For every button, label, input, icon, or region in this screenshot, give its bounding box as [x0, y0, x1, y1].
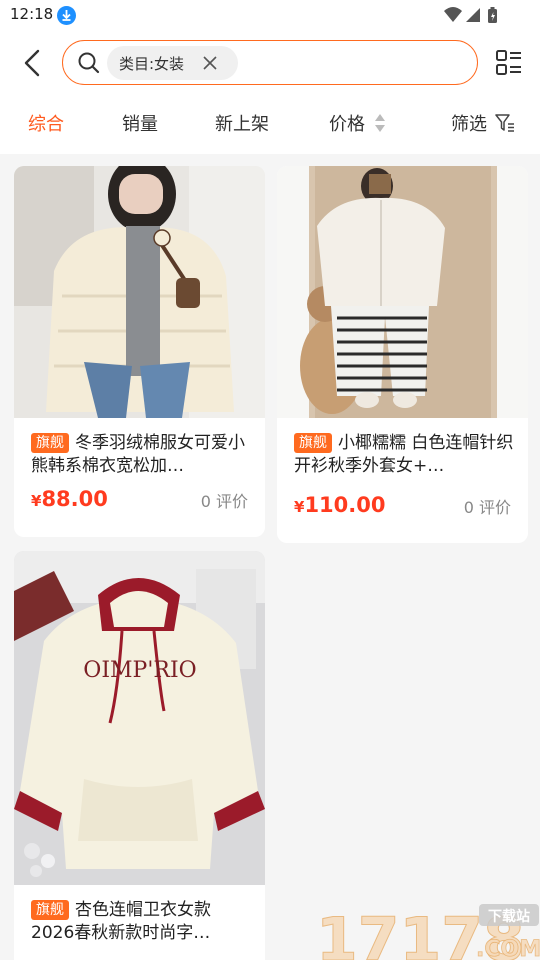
- review-count: 0 评价: [200, 492, 248, 511]
- flagship-badge: 旗舰: [294, 433, 332, 453]
- review-count: 0 评价: [463, 498, 511, 517]
- watermark-suffix: .COM: [476, 937, 540, 960]
- product-title: 旗舰 冬季羽绒棉服女可爱小熊韩系棉衣宽松加…: [31, 432, 251, 478]
- download-icon: [57, 6, 76, 25]
- filter-button[interactable]: 筛选: [451, 110, 487, 136]
- currency-symbol: ¥: [294, 498, 305, 516]
- search-tag-label: 类目:女装: [119, 55, 185, 73]
- search-icon: [78, 52, 100, 74]
- product-card[interactable]: OIMP'RIO 旗舰 杏色连帽卫衣女款2026春秋新款时尚字…: [14, 551, 265, 960]
- layout-toggle-icon: [496, 50, 521, 75]
- search-filter-tag[interactable]: 类目:女装: [107, 46, 238, 80]
- product-title: 旗舰 小椰糯糯 白色连帽针织开衫秋季外套女+…: [294, 432, 514, 478]
- battery-icon: [488, 7, 497, 23]
- product-title: 旗舰 杏色连帽卫衣女款2026春秋新款时尚字…: [31, 899, 251, 945]
- back-arrow-icon: [24, 49, 40, 77]
- price-value: 88.00: [41, 487, 108, 511]
- search-header: 类目:女装: [0, 30, 540, 96]
- filter-icon: [495, 114, 514, 132]
- flagship-badge: 旗舰: [31, 433, 69, 453]
- product-card[interactable]: 旗舰 冬季羽绒棉服女可爱小熊韩系棉衣宽松加… ¥88.00 0 评价: [14, 166, 265, 537]
- status-time: 12:18: [10, 5, 54, 23]
- product-image: [277, 166, 528, 418]
- flagship-badge: 旗舰: [31, 900, 69, 920]
- watermark-label: 下载站: [488, 908, 530, 925]
- currency-symbol: ¥: [31, 492, 42, 510]
- site-watermark: 17178 下载站 .COM: [316, 898, 540, 960]
- product-image: OIMP'RIO: [14, 551, 265, 885]
- back-button[interactable]: [18, 47, 46, 79]
- layout-toggle-button[interactable]: [494, 48, 524, 78]
- signal-icon: [466, 8, 480, 22]
- status-bar: 12:18: [0, 0, 540, 30]
- product-card[interactable]: 旗舰 小椰糯糯 白色连帽针织开衫秋季外套女+… ¥110.00 0 评价: [277, 166, 528, 543]
- sort-tab-new[interactable]: 新上架: [215, 110, 269, 136]
- svg-text:OIMP'RIO: OIMP'RIO: [83, 658, 196, 683]
- sort-tab-comprehensive[interactable]: 综合: [28, 110, 64, 136]
- sort-arrows-icon: [375, 114, 385, 132]
- close-icon[interactable]: [202, 55, 218, 71]
- search-input[interactable]: 类目:女装: [62, 40, 478, 85]
- price-value: 110.00: [304, 493, 386, 517]
- wifi-icon: [444, 7, 462, 22]
- sort-bar: 综合 销量 新上架 价格 筛选: [0, 96, 540, 154]
- product-price: ¥88.00: [31, 487, 108, 511]
- sort-tab-price[interactable]: 价格: [329, 110, 365, 136]
- product-price: ¥110.00: [294, 493, 385, 517]
- status-icons: [444, 6, 504, 28]
- sort-tab-sales[interactable]: 销量: [122, 110, 158, 136]
- product-image: [14, 166, 265, 418]
